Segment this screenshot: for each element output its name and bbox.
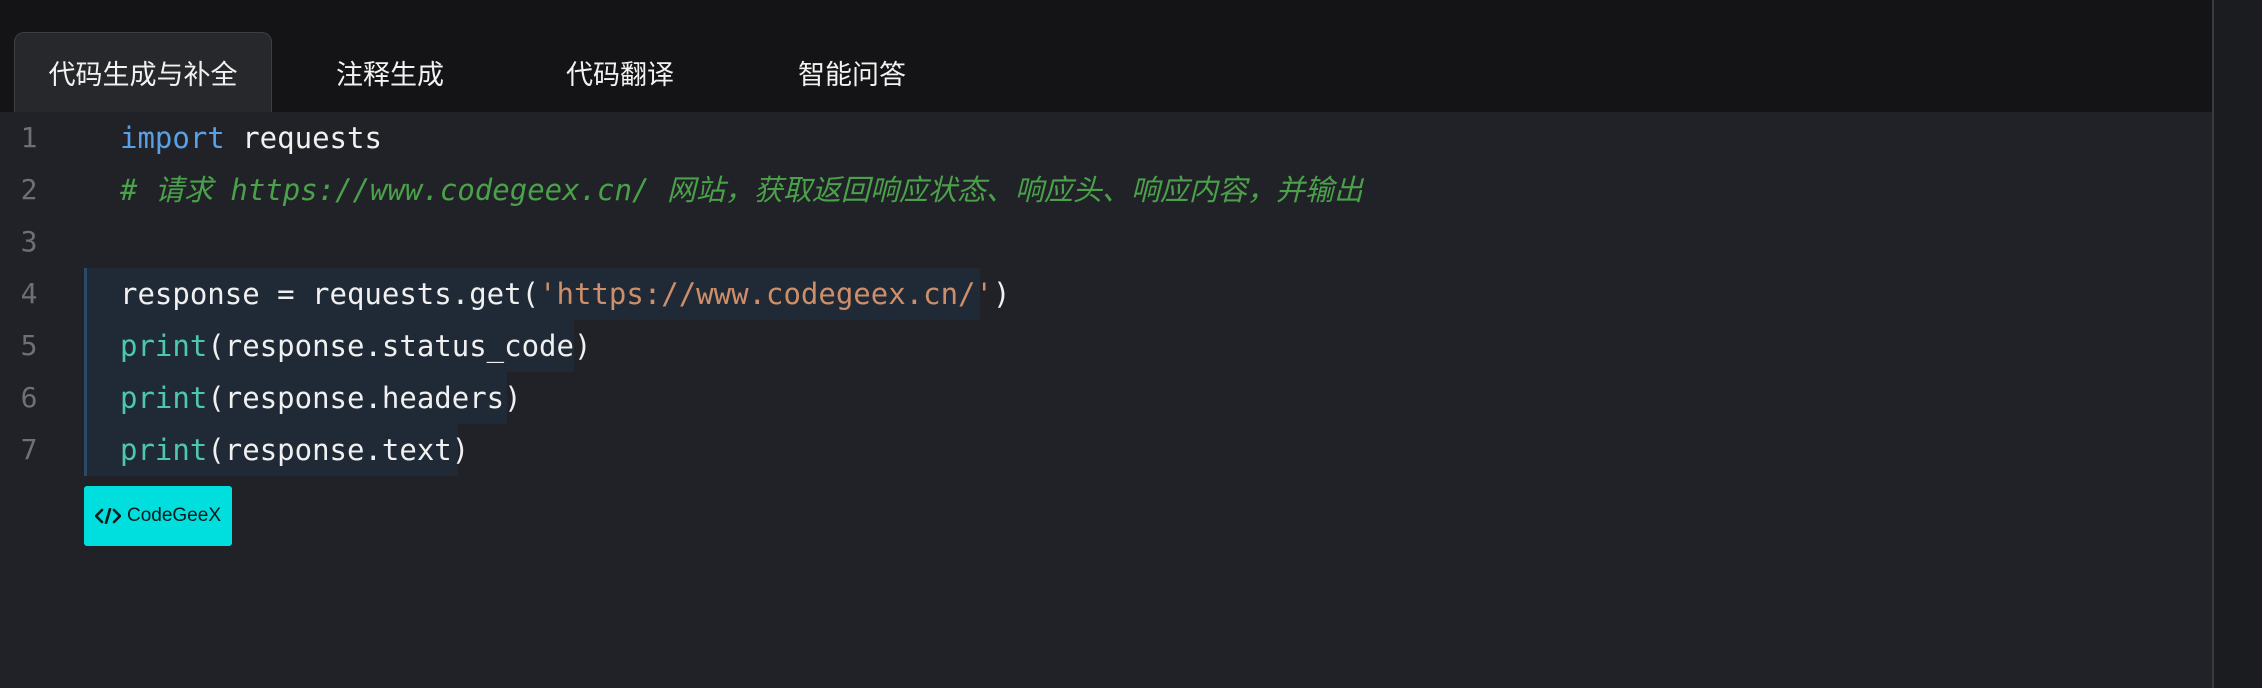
code-text: response = requests.get('https://www.cod…	[120, 268, 1010, 320]
tab-comment-generation[interactable]: 注释生成	[290, 32, 490, 112]
function-name: print	[120, 433, 208, 467]
code-line: 1 import requests	[0, 112, 1400, 164]
line-number: 2	[20, 173, 38, 206]
code-rest: (response.headers)	[207, 381, 522, 415]
line-number: 1	[20, 121, 38, 154]
code-rest: (response.text)	[207, 433, 470, 467]
code-text: print(response.text)	[120, 424, 469, 476]
string-literal: 'https://www.codegeex.cn/'	[539, 277, 993, 311]
line-number: 4	[20, 277, 38, 310]
codegeex-badge[interactable]: CodeGeeX	[84, 486, 232, 546]
background-strip	[2214, 0, 2262, 688]
code-line: 2 # 请求 https://www.codegeex.cn/ 网站，获取返回响…	[0, 164, 1400, 216]
function-name: print	[120, 381, 208, 415]
tab-smart-qa[interactable]: 智能问答	[752, 32, 952, 112]
code-text: import requests	[120, 112, 382, 164]
code-comment: # 请求 https://www.codegeex.cn/ 网站，获取返回响应状…	[120, 173, 1363, 207]
keyword: import	[120, 121, 225, 155]
tab-bar: 代码生成与补全 注释生成 代码翻译 智能问答	[0, 0, 2212, 112]
code-text: print(response.status_code)	[120, 320, 591, 372]
code-line: 6 print(response.headers)	[0, 372, 1400, 424]
app-window: 代码生成与补全 注释生成 代码翻译 智能问答 1 import requests…	[0, 0, 2212, 688]
codegeex-logo-icon	[94, 508, 121, 524]
code-part: response = requests.get(	[120, 277, 540, 311]
line-number: 5	[20, 329, 38, 362]
tab-code-translation[interactable]: 代码翻译	[520, 32, 720, 112]
line-number: 6	[20, 381, 38, 414]
tab-code-generation[interactable]: 代码生成与补全	[14, 32, 272, 112]
line-number: 7	[20, 433, 38, 466]
code-text: print(response.headers)	[120, 372, 522, 424]
code-rest: requests	[224, 121, 382, 155]
code-editor[interactable]: 1 import requests 2 # 请求 https://www.cod…	[0, 112, 2212, 688]
code-line: 4 response = requests.get('https://www.c…	[0, 268, 1400, 320]
code-line: 5 print(response.status_code)	[0, 320, 1400, 372]
function-name: print	[120, 329, 208, 363]
code-line: 3	[0, 216, 1400, 268]
code-rest: (response.status_code)	[207, 329, 592, 363]
line-number: 3	[20, 225, 38, 258]
code-part: )	[992, 277, 1011, 311]
code-line: 7 print(response.text)	[0, 424, 1400, 476]
brand-label: CodeGeeX	[126, 505, 221, 526]
